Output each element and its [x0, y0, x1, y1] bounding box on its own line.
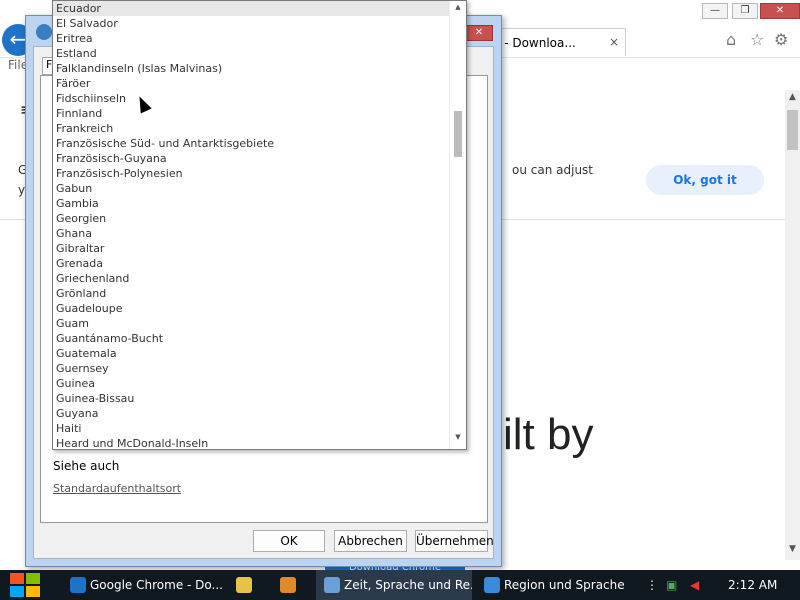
dropdown-option[interactable]: Färöer [53, 76, 451, 91]
settings-icon [324, 577, 340, 593]
taskbar-label: Google Chrome - Do... [90, 578, 223, 592]
dropdown-option[interactable]: Ghana [53, 226, 451, 241]
dialog-close-button[interactable]: ✕ [465, 25, 493, 41]
taskbar-media[interactable] [272, 570, 308, 600]
dialog-globe-icon [36, 24, 52, 40]
cancel-button[interactable]: Abbrechen [334, 530, 407, 552]
tab-title: e - Downloa... [493, 36, 576, 50]
scroll-down-arrow-icon[interactable]: ▼ [785, 544, 800, 558]
back-arrow-icon: ← [9, 27, 27, 51]
media-player-icon [280, 577, 296, 593]
minimize-button[interactable]: — [702, 3, 728, 19]
dropdown-option[interactable]: Falklandinseln (Islas Malvinas) [53, 61, 451, 76]
start-logo-icon [10, 573, 24, 584]
favorites-star-icon[interactable]: ☆ [750, 30, 764, 49]
dropdown-option[interactable]: Ecuador [53, 1, 451, 16]
dropdown-options: Ecuador El Salvador Eritrea Estland Falkland… [53, 1, 451, 449]
cookie-text: ou can adjust [512, 163, 593, 177]
taskbar-explorer[interactable] [228, 570, 264, 600]
dropdown-option[interactable]: Finnland [53, 106, 451, 121]
default-location-link[interactable]: Standardaufenthaltsort [53, 482, 181, 495]
dropdown-option[interactable]: Fidschiinseln [53, 91, 451, 106]
taskbar-label: Region und Sprache [504, 578, 625, 592]
dropdown-option[interactable]: Haiti [53, 421, 451, 436]
dropdown-option[interactable]: Gibraltar [53, 241, 451, 256]
volume-icon[interactable]: ◀ [690, 570, 699, 600]
hero-heading: ilt by [503, 410, 594, 459]
dropdown-option[interactable]: Estland [53, 46, 451, 61]
taskbar-chrome[interactable]: Google Chrome - Do... [62, 570, 224, 600]
taskbar: Google Chrome - Do... Zeit, Sprache und … [0, 570, 800, 600]
settings-gear-icon[interactable]: ⚙ [774, 30, 788, 49]
dropdown-option[interactable]: Heard und McDonald-Inseln [53, 436, 451, 449]
dropdown-option[interactable]: Guam [53, 316, 451, 331]
dropdown-option[interactable]: Guinea [53, 376, 451, 391]
dropdown-scroll-thumb[interactable] [454, 111, 462, 157]
dropdown-option[interactable]: Eritrea [53, 31, 451, 46]
dropdown-option[interactable]: Gabun [53, 181, 451, 196]
taskbar-region-language[interactable]: Region und Sprache [476, 570, 626, 600]
browser-tab[interactable]: e - Downloa... × [484, 28, 626, 56]
tab-close-icon[interactable]: × [609, 35, 619, 49]
dropdown-option[interactable]: Frankreich [53, 121, 451, 136]
dropdown-option[interactable]: Guyana [53, 406, 451, 421]
home-icon[interactable]: ⌂ [726, 30, 736, 49]
dropdown-option[interactable]: Französisch-Polynesien [53, 166, 451, 181]
maximize-button[interactable]: ❐ [732, 3, 758, 19]
dropdown-scrollbar[interactable]: ▲ ▼ [449, 1, 466, 449]
dropdown-option[interactable]: Französische Süd- und Antarktisgebiete [53, 136, 451, 151]
country-dropdown-list[interactable]: Ecuador El Salvador Eritrea Estland Falkland… [52, 0, 467, 450]
ie-icon [70, 577, 86, 593]
dropdown-option[interactable]: Französisch-Guyana [53, 151, 451, 166]
dropdown-option[interactable]: Guantánamo-Bucht [53, 331, 451, 346]
scroll-up-arrow-icon[interactable]: ▲ [785, 92, 800, 106]
see-also-heading: Siehe auch [53, 459, 120, 473]
dropdown-option[interactable]: Gambia [53, 196, 451, 211]
dropdown-option[interactable]: Griechenland [53, 271, 451, 286]
start-button[interactable] [10, 573, 42, 597]
close-button[interactable]: ✕ [760, 3, 800, 19]
dropdown-option[interactable]: Georgien [53, 211, 451, 226]
tray-overflow-icon[interactable]: ⋮ [646, 570, 658, 600]
apply-button[interactable]: Übernehmen [415, 530, 494, 552]
dropdown-option[interactable]: Guatemala [53, 346, 451, 361]
dropdown-option[interactable]: El Salvador [53, 16, 451, 31]
dropdown-scroll-down-icon[interactable]: ▼ [450, 433, 466, 447]
ok-button[interactable]: OK [253, 530, 325, 552]
globe-icon [484, 577, 500, 593]
clock[interactable]: 2:12 AM [728, 570, 777, 600]
folder-icon [236, 577, 252, 593]
taskbar-label: Zeit, Sprache und Re... [344, 578, 472, 592]
dropdown-option[interactable]: Guinea-Bissau [53, 391, 451, 406]
dropdown-option[interactable]: Grenada [53, 256, 451, 271]
network-icon[interactable]: ▣ [666, 570, 677, 600]
page-scrollbar[interactable]: ▲ ▼ [785, 90, 800, 560]
dropdown-option[interactable]: Guernsey [53, 361, 451, 376]
dropdown-scroll-up-icon[interactable]: ▲ [450, 3, 466, 17]
taskbar-time-language[interactable]: Zeit, Sprache und Re... [316, 570, 472, 600]
dropdown-option[interactable]: Grönland [53, 286, 451, 301]
ok-got-it-button[interactable]: Ok, got it [646, 165, 764, 195]
dropdown-option[interactable]: Guadeloupe [53, 301, 451, 316]
scroll-thumb[interactable] [787, 110, 798, 150]
